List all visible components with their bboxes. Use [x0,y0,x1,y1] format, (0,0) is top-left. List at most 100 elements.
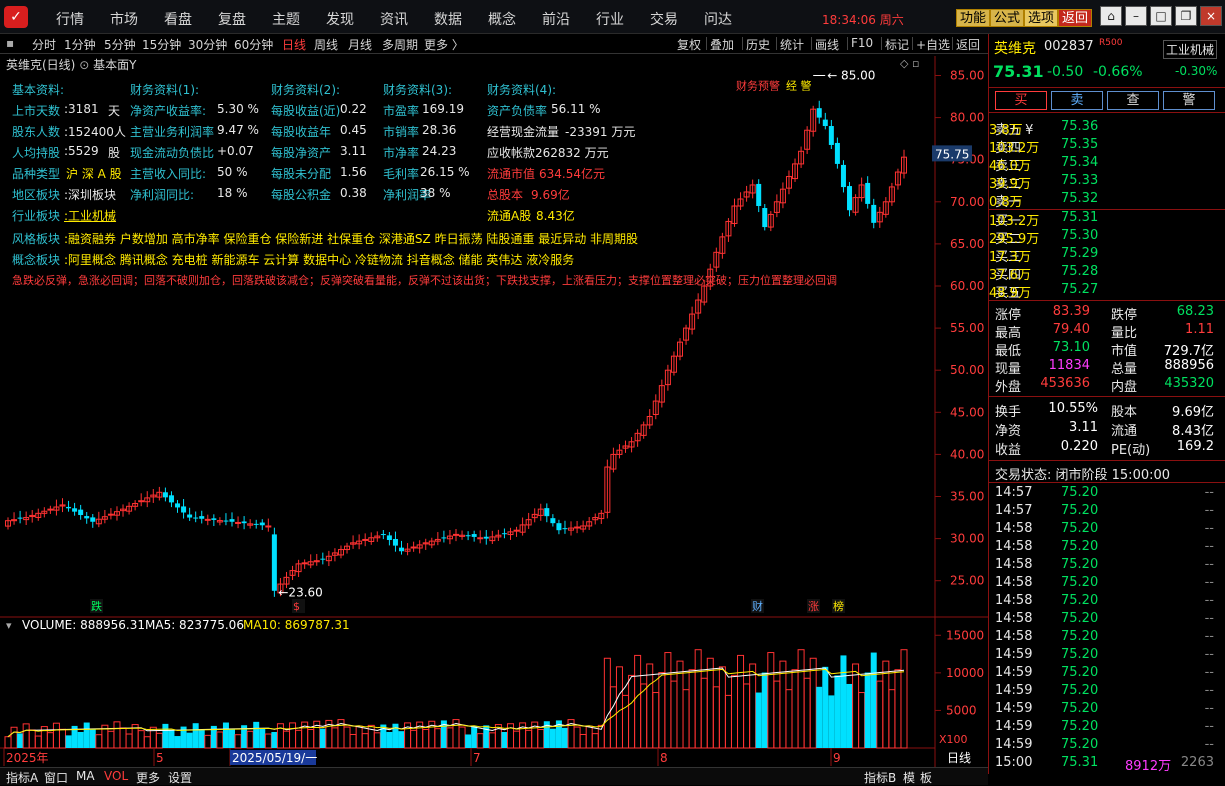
sell-row-cell: 75.35 [1061,137,1099,152]
period-tab[interactable]: 更多 〉 [424,36,464,53]
menu-item[interactable]: 概念 [488,9,516,29]
action-button[interactable]: 买 [995,91,1047,110]
menu-item[interactable]: 复盘 [218,9,246,29]
bottom-tab[interactable]: 更多 [136,769,160,786]
action-button[interactable]: 警 [1163,91,1215,110]
candle-down [392,538,398,546]
app-logo[interactable]: ✓ [4,6,28,28]
period-tab[interactable]: 周线 [314,36,338,53]
stat2-row: 换手 10.55% 股本 9.69亿 [989,400,1225,420]
dropdown-icon[interactable]: ⊙ [79,58,93,72]
toolbar-tool[interactable]: 复权 [677,36,701,53]
stat-value: 8.43亿 [1172,424,1214,439]
fund-unit: 天 [108,104,121,118]
volume-bar-up [718,666,726,749]
tick-price: 75.20 [1061,611,1099,626]
fund-value[interactable]: :工业机械 [64,207,116,224]
volume-menu-icon[interactable]: ▾ [6,619,12,632]
menu-item[interactable]: 主题 [272,9,300,29]
menu-item[interactable]: 行情 [56,9,84,29]
volume-bar-up [476,733,484,749]
menu-item[interactable]: 数据 [434,9,462,29]
menu-item[interactable]: 问达 [704,9,732,29]
toolbar-tool[interactable]: 返回 [956,36,980,53]
volume-bar-up [700,677,708,749]
bottom-tab[interactable]: 指标A [6,769,38,786]
candle-down [816,108,822,118]
fund-label: 主营收入同比: [130,167,207,181]
volume-bar-up [603,657,611,749]
buy-row: 买五 75.27 48.9万 [989,281,1225,301]
menu-item[interactable]: 前沿 [542,9,570,29]
fund-label: 净利润同比: [130,188,195,202]
action-button[interactable]: 卖 [1051,91,1103,110]
period-tab[interactable]: 月线 [348,36,372,53]
restore-icon[interactable]: ❐ [1175,6,1197,26]
volume-bar-up [434,728,442,749]
volume-bar-down [186,732,193,748]
diamond-icon[interactable]: ◇ ▫ [900,57,919,70]
industry-button[interactable]: 工业机械 [1163,40,1218,59]
menu-item[interactable]: 看盘 [164,9,192,29]
tick-volume: -- [1204,593,1214,608]
bottom-tab[interactable]: 设置 [168,769,192,786]
bottom-tab[interactable]: 指标B [864,769,896,786]
volume-bar-up [349,733,357,749]
tick-price: 75.20 [1061,503,1099,518]
kline-chart-area[interactable]: 85.0080.0075.0070.0065.0060.0055.0050.00… [0,54,988,774]
period-tab[interactable]: 1分钟 [64,36,96,53]
candle-up [265,525,272,528]
maximize-icon[interactable]: □ [1150,6,1172,26]
minimize-icon[interactable]: – [1125,6,1147,26]
fund-value: 38 % [420,186,451,200]
toolbar-tool[interactable]: 画线 [815,36,839,53]
toolbar-tool[interactable]: F10 [851,36,873,50]
period-tab[interactable]: 分时 [32,36,56,53]
tick-volume: -- [1204,683,1214,698]
toolbar-tool[interactable]: +自选 [916,36,950,53]
period-tab[interactable]: 日线 [282,36,306,53]
toolbar-tool[interactable]: 叠加 [710,36,734,53]
volume-bar-up [113,721,121,749]
period-tab[interactable]: 多周期 [382,36,418,53]
volume-bar-up [446,727,454,749]
separator [811,37,812,50]
bottom-tab[interactable]: 窗口 [44,769,68,786]
toolbar-tool[interactable]: 历史 [746,36,770,53]
period-tab[interactable]: 5分钟 [104,36,136,53]
concept-value[interactable]: :阿里概念 腾讯概念 充电桩 新能源车 云计算 数据中心 冷链物流 抖音概念 储… [64,251,574,268]
function-button[interactable]: 功能 [956,9,991,27]
menu-item[interactable]: 市场 [110,9,138,29]
y-tick-label: 80.00 [950,111,984,125]
period-tab[interactable]: 15分钟 [142,36,181,53]
buy-row-cell: 48.9万 [989,286,1031,301]
bottom-tab[interactable]: MA [76,769,95,783]
style-value[interactable]: :融资融券 户数增加 高市净率 保险重仓 保险新进 社保重仓 深港通SZ 昨日振… [64,230,638,247]
bottom-tab[interactable]: 模 [903,769,915,786]
collapse-icon[interactable]: ▪ [6,36,14,50]
toolbar-tool[interactable]: 统计 [780,36,804,53]
period-tab[interactable]: 30分钟 [188,36,227,53]
fund-value: :3181 [64,102,99,116]
fund-value[interactable]: :深圳板块 [64,186,116,203]
menu-item[interactable]: 行业 [596,9,624,29]
menu-item[interactable]: 交易 [650,9,678,29]
fund-value: :5529 [64,144,99,158]
chart-subtitle[interactable]: 基本面Y [93,58,136,72]
bottom-tab[interactable]: 板 [920,769,932,786]
volume-bar-up [361,733,369,749]
toolbar-tool[interactable]: 标记 [885,36,909,53]
menu-item[interactable]: 资讯 [380,9,408,29]
bottom-tab[interactable]: VOL [104,769,128,783]
stat-label: 收益 [995,443,1022,458]
formula-button[interactable]: 公式 [990,9,1025,27]
options-button[interactable]: 选项 [1024,9,1059,27]
skin-icon[interactable]: ⌂ [1100,6,1122,26]
menu-item[interactable]: 发现 [326,9,354,29]
separator [912,37,913,50]
return-button[interactable]: 返回 [1058,9,1093,27]
candle-down [193,517,199,519]
period-tab[interactable]: 60分钟 [234,36,273,53]
close-icon[interactable]: × [1200,6,1222,26]
action-button[interactable]: 查 [1107,91,1159,110]
